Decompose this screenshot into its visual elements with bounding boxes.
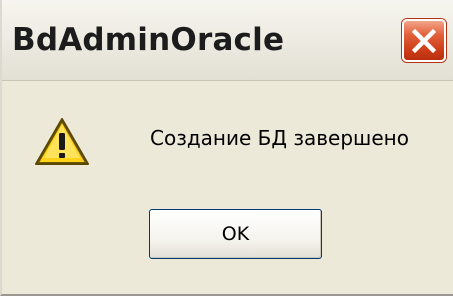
ok-button[interactable]: OK [149,209,322,259]
close-x-icon [412,29,436,53]
close-button[interactable] [402,19,446,62]
window-title: BdAdminOracle [12,22,285,58]
dialog-body: Создание БД завершено OK [2,81,453,294]
dialog-message: Создание БД завершено [150,126,409,150]
warning-icon [35,118,89,165]
message-dialog: BdAdminOracle Создание БД завершено OK [0,0,453,296]
title-bar[interactable]: BdAdminOracle [2,0,453,81]
